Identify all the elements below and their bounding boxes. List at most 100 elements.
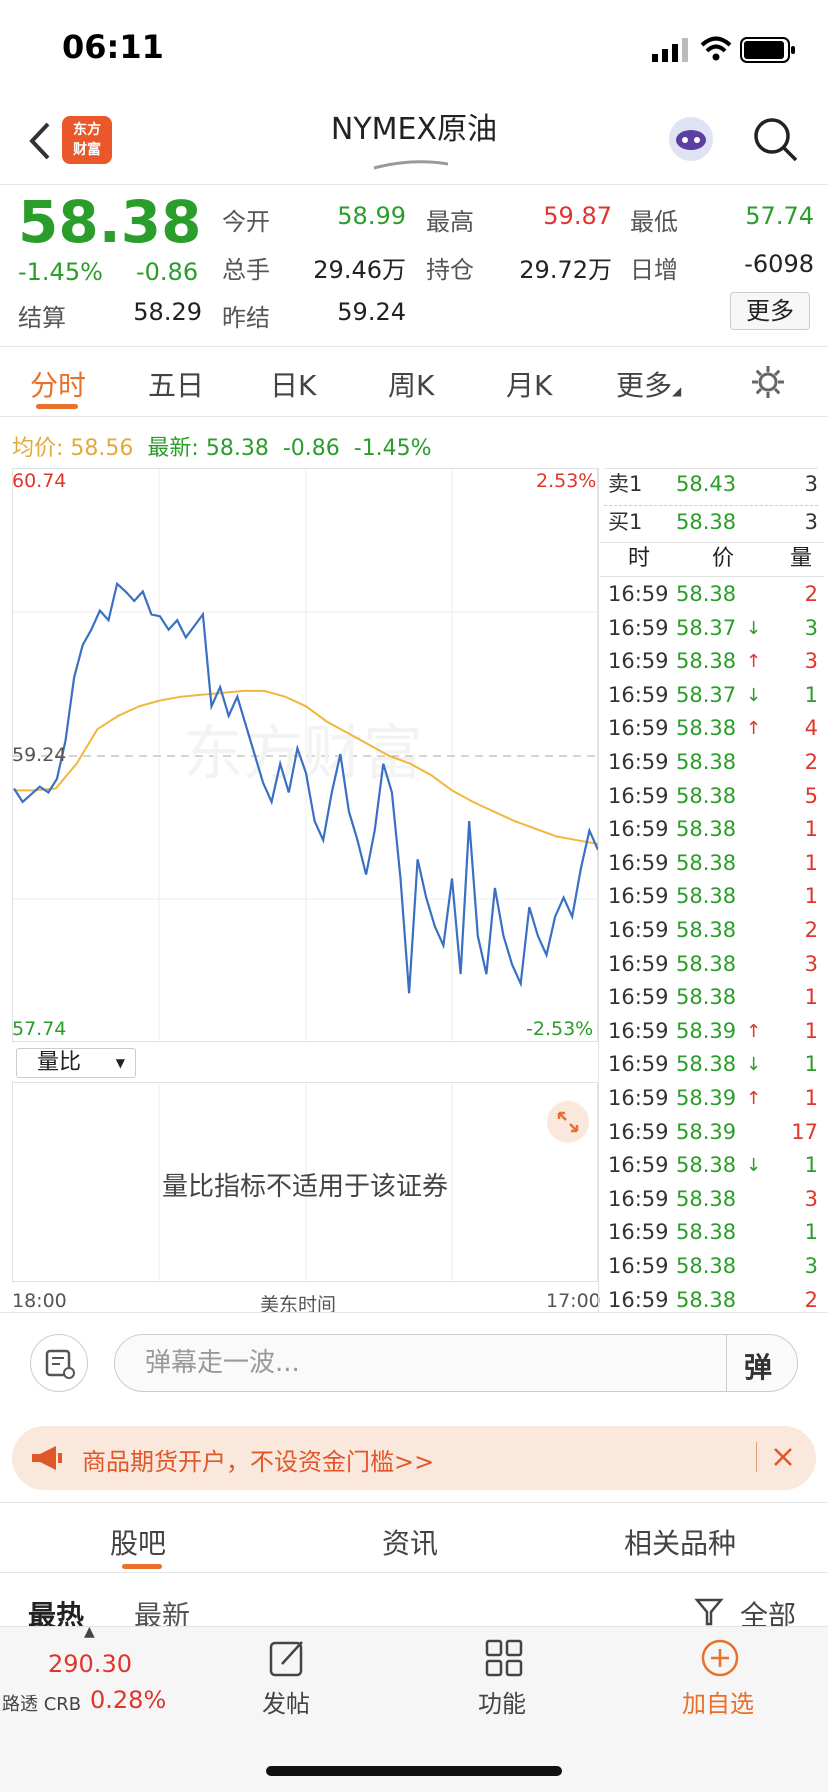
trade-time: 16:59: [608, 783, 669, 808]
trade-volume: 2: [804, 918, 818, 942]
prev-settle-label: 昨结: [222, 304, 270, 332]
tab-daily-k[interactable]: 日K: [270, 364, 316, 404]
x-end-label: 17:00: [546, 1290, 601, 1312]
danmaku-settings-button[interactable]: [30, 1334, 88, 1392]
high-label: 最高: [426, 208, 474, 236]
trade-time: 16:59: [608, 1086, 669, 1110]
expand-icon[interactable]: [546, 1100, 590, 1144]
trade-time: 16:59: [608, 582, 669, 606]
trade-price: 58.38: [676, 817, 737, 842]
battery-icon: [740, 37, 795, 63]
volume-value: 29.46万: [313, 256, 406, 284]
trade-row: 16:59 58.38 2: [608, 914, 818, 948]
trade-time: 16:59: [608, 649, 669, 674]
crb-index-name[interactable]: 路透 CRB: [2, 1690, 81, 1716]
trade-time: 16:59: [608, 817, 669, 842]
settings-gear-icon[interactable]: [750, 364, 786, 400]
tab-weekly-k[interactable]: 周K: [388, 364, 434, 404]
tab-news[interactable]: 资讯: [382, 1522, 438, 1562]
danmaku-input[interactable]: 弹幕走一波...: [114, 1334, 798, 1392]
trade-volume: 1: [804, 817, 818, 842]
trade-time: 16:59: [608, 750, 669, 774]
trade-time: 16:59: [608, 615, 669, 640]
post-label[interactable]: 发帖: [262, 1684, 310, 1719]
trade-time: 16:59: [608, 1052, 669, 1077]
filter-icon[interactable]: [694, 1596, 726, 1628]
trade-volume: 1: [804, 850, 818, 875]
high-value: 59.87: [543, 202, 612, 230]
add-watchlist-label[interactable]: 加自选: [682, 1684, 754, 1719]
volume-panel-message: 量比指标不适用于该证券: [161, 1172, 448, 1202]
trade-volume: 1: [804, 1220, 818, 1245]
trade-price: 58.38: [676, 850, 737, 875]
volume-label: 总手: [222, 256, 270, 284]
daily-inc-value: -6098: [744, 250, 814, 278]
crb-index-pct[interactable]: 0.28%: [90, 1686, 166, 1714]
settle-value: 58.29: [133, 298, 202, 326]
x-start-label: 18:00: [12, 1290, 67, 1312]
trade-direction-icon: ↓: [746, 1155, 762, 1177]
tab-monthly-k[interactable]: 月K: [506, 364, 552, 404]
title-swoosh: [373, 160, 449, 170]
trade-price: 58.38: [676, 1153, 737, 1178]
trade-price: 58.38: [676, 1254, 737, 1278]
robot-avatar-icon[interactable]: [666, 114, 716, 164]
trade-price: 58.39: [676, 1018, 737, 1043]
trade-row: 16:59 58.38 ↑ 3: [608, 645, 818, 679]
trade-price: 58.38: [676, 884, 737, 909]
trade-price: 58.38: [676, 1186, 737, 1211]
trade-time: 16:59: [608, 884, 669, 909]
trade-volume: 2: [804, 582, 818, 606]
trade-volume: 4: [804, 716, 818, 741]
function-icon[interactable]: [484, 1638, 524, 1678]
trade-volume: 3: [804, 1254, 818, 1278]
trade-volume: 1: [804, 884, 818, 909]
search-icon[interactable]: [752, 116, 800, 164]
daily-inc-label: 日增: [630, 256, 678, 284]
trade-volume: 2: [804, 750, 818, 774]
crb-index-value[interactable]: 290.30: [48, 1650, 132, 1678]
trade-price: 58.37: [676, 682, 737, 707]
danmaku-settings-icon: [45, 1349, 75, 1379]
trade-time: 16:59: [608, 1254, 669, 1278]
intraday-chart[interactable]: 东方财富: [12, 468, 600, 1043]
tab-related[interactable]: 相关品种: [624, 1522, 736, 1562]
indicator-selector[interactable]: 量比 ▼: [16, 1048, 136, 1078]
tab-five-day[interactable]: 五日: [148, 364, 204, 404]
more-quote-button[interactable]: 更多: [730, 292, 810, 330]
trade-volume: 5: [804, 783, 818, 808]
trade-price: 58.38: [676, 649, 737, 674]
megaphone-icon: [32, 1446, 62, 1470]
sub-tab-underline: [122, 1564, 162, 1569]
tab-more[interactable]: 更多◢: [616, 364, 681, 404]
trade-direction-icon: ↓: [746, 1054, 762, 1076]
trade-volume: 3: [804, 1186, 818, 1211]
trade-price: 58.38: [676, 918, 737, 942]
low-value: 57.74: [745, 202, 814, 230]
home-indicator: [266, 1766, 562, 1776]
change-pct: -1.45%: [18, 258, 103, 286]
trade-volume: 3: [804, 615, 818, 640]
trade-row: 16:59 58.38 1: [608, 1216, 818, 1250]
last-price: 58.38: [18, 188, 202, 256]
post-icon[interactable]: [268, 1638, 308, 1678]
trade-price: 58.38: [676, 716, 737, 741]
trade-direction-icon: ↑: [746, 651, 762, 673]
tab-intraday[interactable]: 分时: [30, 364, 86, 404]
trade-row: 16:59 58.39 ↑ 1: [608, 1082, 818, 1116]
danmaku-toggle-button[interactable]: 弹: [744, 1346, 772, 1386]
trade-time: 16:59: [608, 1018, 669, 1043]
trade-price: 58.38: [676, 1052, 737, 1077]
trade-volume: 1: [804, 682, 818, 707]
close-icon[interactable]: [772, 1446, 794, 1468]
caret-up-icon: ▲: [84, 1624, 95, 1640]
pct-max-label: 2.53%: [536, 470, 597, 492]
promo-text[interactable]: 商品期货开户，不设资金门槛>>: [82, 1442, 434, 1477]
ask-1-row: 卖1 58.43 3: [608, 472, 818, 496]
trade-volume: 3: [804, 649, 818, 674]
add-watchlist-icon[interactable]: [700, 1638, 740, 1678]
function-label[interactable]: 功能: [478, 1684, 526, 1719]
tab-guba[interactable]: 股吧: [110, 1522, 166, 1562]
trade-time: 16:59: [608, 951, 669, 976]
change-abs: -0.86: [136, 258, 199, 286]
